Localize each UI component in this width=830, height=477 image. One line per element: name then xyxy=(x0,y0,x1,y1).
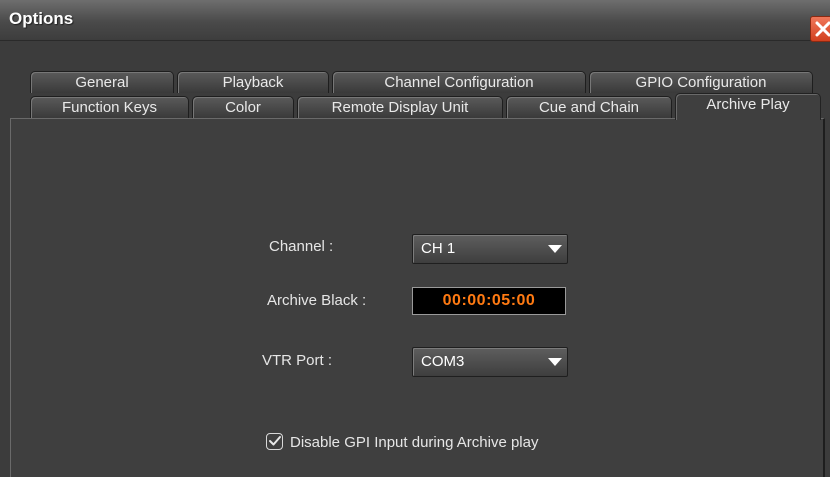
close-icon xyxy=(815,21,830,37)
tab-gpio-configuration[interactable]: GPIO Configuration xyxy=(589,71,813,93)
tab-channel-configuration[interactable]: Channel Configuration xyxy=(332,71,586,93)
vtr-port-label: VTR Port : xyxy=(262,352,333,369)
tab-archive-play[interactable]: Archive Play xyxy=(675,93,821,120)
tab-general[interactable]: General xyxy=(30,71,174,93)
tab-function-keys[interactable]: Function Keys xyxy=(30,96,189,118)
channel-dropdown[interactable]: CH 1 xyxy=(412,234,568,264)
channel-label: Channel : xyxy=(269,238,334,255)
close-button[interactable] xyxy=(810,16,830,42)
archive-black-label: Archive Black : xyxy=(267,292,367,309)
vtr-port-value: COM3 xyxy=(421,353,465,370)
options-dialog: Options General Playback Channel Configu… xyxy=(0,0,830,477)
dialog-title: Options xyxy=(9,9,74,28)
title-bar[interactable]: Options xyxy=(0,0,830,42)
vtr-port-dropdown[interactable]: COM3 xyxy=(412,347,568,377)
tab-playback[interactable]: Playback xyxy=(177,71,329,93)
tab-cue-and-chain[interactable]: Cue and Chain xyxy=(506,96,672,118)
disable-gpi-checkbox[interactable] xyxy=(266,433,283,450)
archive-black-timecode-input[interactable]: 00:00:05:00 xyxy=(412,287,566,315)
chevron-down-icon xyxy=(548,245,562,253)
tab-remote-display-unit[interactable]: Remote Display Unit xyxy=(297,96,503,118)
disable-gpi-label[interactable]: Disable GPI Input during Archive play xyxy=(290,434,538,451)
tab-color[interactable]: Color xyxy=(192,96,294,118)
chevron-down-icon xyxy=(548,358,562,366)
checkmark-icon xyxy=(269,436,281,446)
channel-value: CH 1 xyxy=(421,240,456,257)
